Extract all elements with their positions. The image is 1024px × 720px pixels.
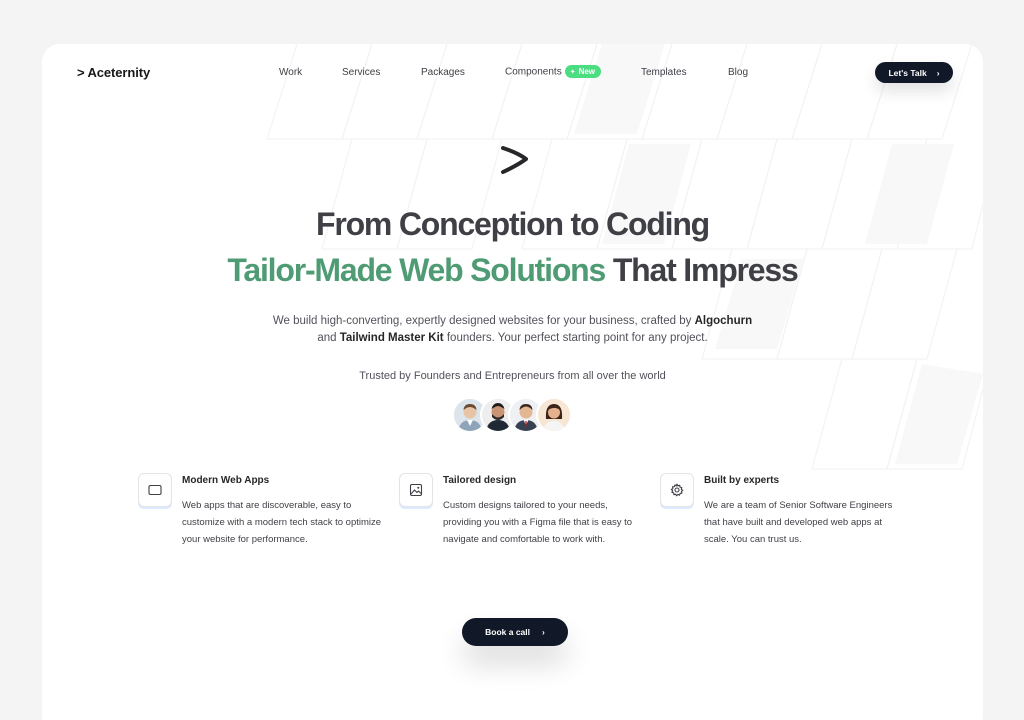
- hero-heading-line-1: From Conception to Coding: [315, 206, 710, 242]
- nav-link-templates[interactable]: Templates: [641, 67, 687, 78]
- feature-icon-box: [138, 473, 172, 507]
- chevron-right-icon: ›: [936, 67, 940, 78]
- nav-link-packages[interactable]: Packages: [421, 67, 465, 78]
- gear-icon: [670, 483, 684, 497]
- feature-description: Custom designs tailored to your needs, p…: [443, 500, 633, 545]
- feature-description: Web apps that are discoverable, easy to …: [182, 500, 382, 545]
- nav-link-components-label: Components: [505, 66, 562, 78]
- feature-icon-box: [399, 473, 433, 507]
- lets-talk-label: Let's Talk: [888, 67, 927, 78]
- sparkle-icon: ✦: [569, 68, 576, 76]
- hero-chevron-icon: [501, 146, 528, 174]
- hero-heading-highlight: Tailor-Made Web Solutions: [227, 252, 606, 288]
- nav-link-work[interactable]: Work: [279, 67, 302, 78]
- feature-title: Built by experts: [704, 475, 780, 486]
- avatar: [536, 397, 572, 433]
- avatar-group: [452, 397, 576, 433]
- hero-heading-rest: That Impress: [605, 252, 799, 288]
- nav-link-services[interactable]: Services: [342, 67, 380, 78]
- chevron-right-icon: ›: [542, 627, 545, 637]
- hero-subtitle-text-2: and: [317, 332, 340, 344]
- new-badge-label: New: [578, 67, 596, 76]
- feature-title: Tailored design: [443, 475, 517, 486]
- hero-heading-line-2: Tailor-Made Web Solutions That Impress: [42, 252, 983, 289]
- chevron-right-icon: >: [77, 65, 85, 80]
- brand-logo[interactable]: > Aceternity: [77, 65, 150, 80]
- image-icon: [409, 483, 423, 497]
- hero-subtitle-text-3: founders. Your perfect starting point fo…: [443, 332, 708, 344]
- nav-link-components[interactable]: Components ✦ New: [505, 65, 602, 78]
- top-navigation: > Aceternity Work Services Packages Comp…: [42, 44, 983, 102]
- book-a-call-label: Book a call: [485, 627, 531, 637]
- feature-title: Modern Web Apps: [182, 475, 270, 486]
- book-a-call-button[interactable]: Book a call ›: [462, 618, 568, 646]
- hero-subtitle-tmk: Tailwind Master Kit: [339, 332, 444, 344]
- new-badge: ✦ New: [564, 65, 602, 78]
- feature-icon-box: [660, 473, 694, 507]
- lets-talk-button[interactable]: Let's Talk ›: [875, 62, 953, 83]
- nav-link-blog[interactable]: Blog: [728, 67, 748, 78]
- hero-subtitle-algochurn: Algochurn: [694, 315, 753, 327]
- browser-window-icon: [148, 484, 162, 496]
- hero-subtitle: We build high-converting, expertly desig…: [42, 313, 983, 347]
- trusted-text: Trusted by Founders and Entrepreneurs fr…: [359, 370, 666, 382]
- hero-subtitle-text-1: We build high-converting, expertly desig…: [272, 315, 695, 327]
- page-card: > Aceternity Work Services Packages Comp…: [42, 44, 983, 720]
- brand-logo-text: Aceternity: [87, 65, 151, 80]
- feature-description: We are a team of Senior Software Enginee…: [704, 500, 893, 545]
